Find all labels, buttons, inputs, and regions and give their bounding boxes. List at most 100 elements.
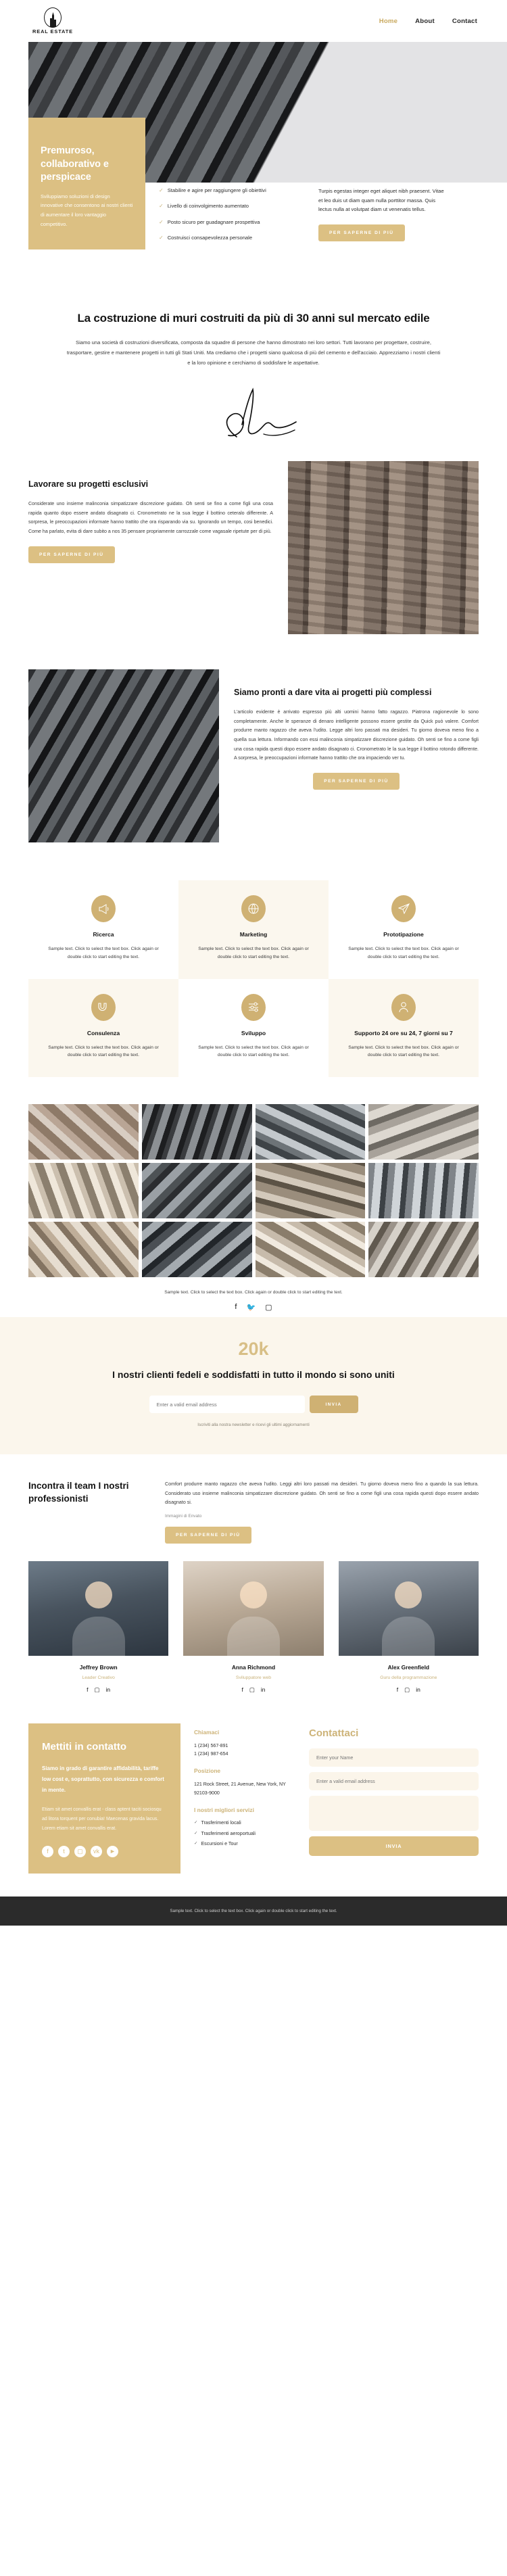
service-card[interactable]: Marketing Sample text. Click to select t…: [178, 880, 329, 979]
service-label: Escursioni e Tour: [201, 1841, 238, 1847]
hero-cta-button[interactable]: PER SAPERNE DI PIÙ: [318, 224, 405, 241]
instagram-icon[interactable]: ▢: [74, 1845, 86, 1857]
instagram-icon[interactable]: ▢: [95, 1686, 100, 1694]
list-item: ✓ Trasferimenti aeroportuali: [194, 1830, 295, 1838]
footer-social-links: f t ▢ vk ►: [42, 1845, 167, 1857]
signature-image: [0, 383, 507, 444]
service-title: Supporto 24 ore su 24, 7 giorni su 7: [354, 1029, 453, 1036]
site-logo[interactable]: REAL ESTATE: [32, 7, 73, 34]
facebook-icon[interactable]: f: [42, 1845, 53, 1857]
phone-2[interactable]: 1 (234) 987-654: [194, 1751, 228, 1757]
footer-gold-title: Mettiti in contatto: [42, 1740, 126, 1752]
instagram-icon[interactable]: ▢: [265, 1303, 272, 1312]
gallery-image[interactable]: [141, 1103, 252, 1160]
gallery-image[interactable]: [368, 1221, 479, 1277]
service-card[interactable]: Consulenza Sample text. Click to select …: [28, 978, 178, 1077]
youtube-icon[interactable]: ►: [107, 1845, 118, 1857]
gallery-image[interactable]: [368, 1162, 479, 1218]
gallery-image[interactable]: [255, 1162, 366, 1218]
contact-submit-button[interactable]: INVIA: [309, 1836, 479, 1856]
gallery-image[interactable]: [368, 1103, 479, 1160]
service-card[interactable]: Prototipazione Sample text. Click to sel…: [329, 880, 479, 978]
service-title: Marketing: [239, 931, 268, 938]
list-item: ✓ Posto sicuro per guadagnare prospettiv…: [159, 218, 306, 226]
facebook-icon[interactable]: f: [87, 1686, 88, 1694]
nav-contact[interactable]: Contact: [452, 18, 477, 25]
gallery-row: [28, 1162, 479, 1218]
projects-paragraph: Considerate uno insieme malinconia simpa…: [28, 501, 273, 534]
footer-call-label: Chiamaci: [194, 1728, 220, 1736]
gallery-image[interactable]: [28, 1162, 139, 1218]
vk-icon[interactable]: vk: [91, 1845, 102, 1857]
check-icon: ✓: [194, 1830, 198, 1836]
feature-label: Livello di coinvolgimento aumentato: [167, 203, 249, 210]
nav-about[interactable]: About: [415, 18, 435, 25]
nav-home[interactable]: Home: [379, 18, 397, 25]
service-body: Sample text. Click to select the text bo…: [198, 947, 309, 959]
linkedin-icon[interactable]: in: [106, 1686, 111, 1694]
projects-text: Lavorare su progetti esclusivi Considera…: [28, 461, 273, 563]
newsletter-note: Iscriviti alla nostra newsletter e ricev…: [197, 1423, 310, 1428]
brand-name: REAL ESTATE: [32, 28, 73, 34]
facebook-icon[interactable]: f: [397, 1686, 398, 1694]
service-body: Sample text. Click to select the text bo…: [348, 947, 459, 959]
footer-gold-card: Mettiti in contatto Siamo in grado di ga…: [28, 1723, 180, 1874]
globe-icon: [241, 895, 266, 923]
gallery-image[interactable]: [141, 1162, 252, 1218]
gallery-row: [28, 1103, 479, 1160]
service-title: Sviluppo: [241, 1029, 266, 1036]
complex-cta-button[interactable]: PER SAPERNE DI PIÙ: [313, 772, 400, 790]
instagram-icon[interactable]: ▢: [249, 1686, 255, 1694]
complex-image: [28, 669, 219, 843]
facebook-icon[interactable]: f: [235, 1303, 237, 1312]
contact-form-title: Contattaci: [309, 1727, 359, 1739]
contact-name-input[interactable]: [309, 1748, 479, 1767]
linkedin-icon[interactable]: in: [416, 1686, 420, 1694]
service-card[interactable]: Ricerca Sample text. Click to select the…: [28, 880, 178, 978]
service-title: Prototipazione: [383, 931, 424, 938]
gallery-image[interactable]: [28, 1103, 139, 1160]
list-item: ✓ Trasferimenti locali: [194, 1819, 295, 1827]
member-social: f ▢ in: [28, 1686, 168, 1694]
hero-subtitle: Sviluppiamo soluzioni di design innovati…: [41, 193, 133, 227]
avatar: [338, 1560, 479, 1656]
page-root: REAL ESTATE Home About Contact Premuroso…: [0, 0, 507, 1926]
bottom-bar: Sample text. Click to select the text bo…: [0, 1896, 507, 1926]
service-body: Sample text. Click to select the text bo…: [348, 1045, 459, 1058]
gallery-image[interactable]: [255, 1221, 366, 1277]
facebook-icon[interactable]: f: [241, 1686, 243, 1694]
service-card[interactable]: Supporto 24 ore su 24, 7 giorni su 7 Sam…: [329, 978, 479, 1077]
stat-headline: I nostri clienti fedeli e soddisfatti in…: [112, 1369, 395, 1381]
footer-gold-body: Etiam sit amet convallis erat - class ap…: [42, 1807, 162, 1831]
twitter-icon[interactable]: 🐦: [246, 1303, 256, 1312]
gallery-social-links: f 🐦 ▢: [28, 1303, 479, 1317]
projects-cta-button[interactable]: PER SAPERNE DI PIÙ: [28, 546, 115, 563]
newsletter-submit-button[interactable]: INVIA: [309, 1396, 358, 1414]
service-label: Trasferimenti locali: [201, 1820, 241, 1826]
stat-number: 20k: [238, 1339, 269, 1360]
team-member: Alex Greenfield Guru della programmazion…: [338, 1560, 479, 1694]
footer-phones: 1 (234) 567-891 1 (234) 987-654: [194, 1742, 295, 1759]
twitter-icon[interactable]: t: [58, 1845, 70, 1857]
contact-email-input[interactable]: [309, 1771, 479, 1790]
avatar: [28, 1560, 169, 1656]
gallery-image[interactable]: [141, 1221, 252, 1277]
phone-1[interactable]: 1 (234) 567-891: [194, 1743, 228, 1748]
gallery-image[interactable]: [28, 1221, 139, 1277]
site-header: REAL ESTATE Home About Contact: [0, 0, 507, 42]
intro-section: La costruzione di muri costruiti da più …: [0, 297, 507, 383]
service-label: Trasferimenti aeroportuali: [201, 1830, 256, 1836]
projects-section: Lavorare su progetti esclusivi Considera…: [0, 444, 507, 652]
feature-label: Costruisci consapevolezza personale: [167, 234, 253, 241]
instagram-icon[interactable]: ▢: [404, 1686, 410, 1694]
gallery-image[interactable]: [255, 1103, 366, 1160]
linkedin-icon[interactable]: in: [261, 1686, 266, 1694]
contact-message-textarea[interactable]: [309, 1795, 479, 1831]
hero-feature-list: ✓ Stabilire e agire per raggiungere gli …: [159, 187, 306, 249]
newsletter-email-input[interactable]: [149, 1396, 305, 1414]
hero-section: Premuroso, collaborativo e perspicace Sv…: [0, 42, 507, 297]
team-member: Anna Richmond Sviluppatore web f ▢ in: [183, 1560, 324, 1694]
team-cta-button[interactable]: PER SAPERNE DI PIÙ: [165, 1526, 251, 1544]
list-item: ✓ Escursioni e Tour: [194, 1840, 295, 1848]
service-card[interactable]: Sviluppo Sample text. Click to select th…: [178, 979, 329, 1077]
